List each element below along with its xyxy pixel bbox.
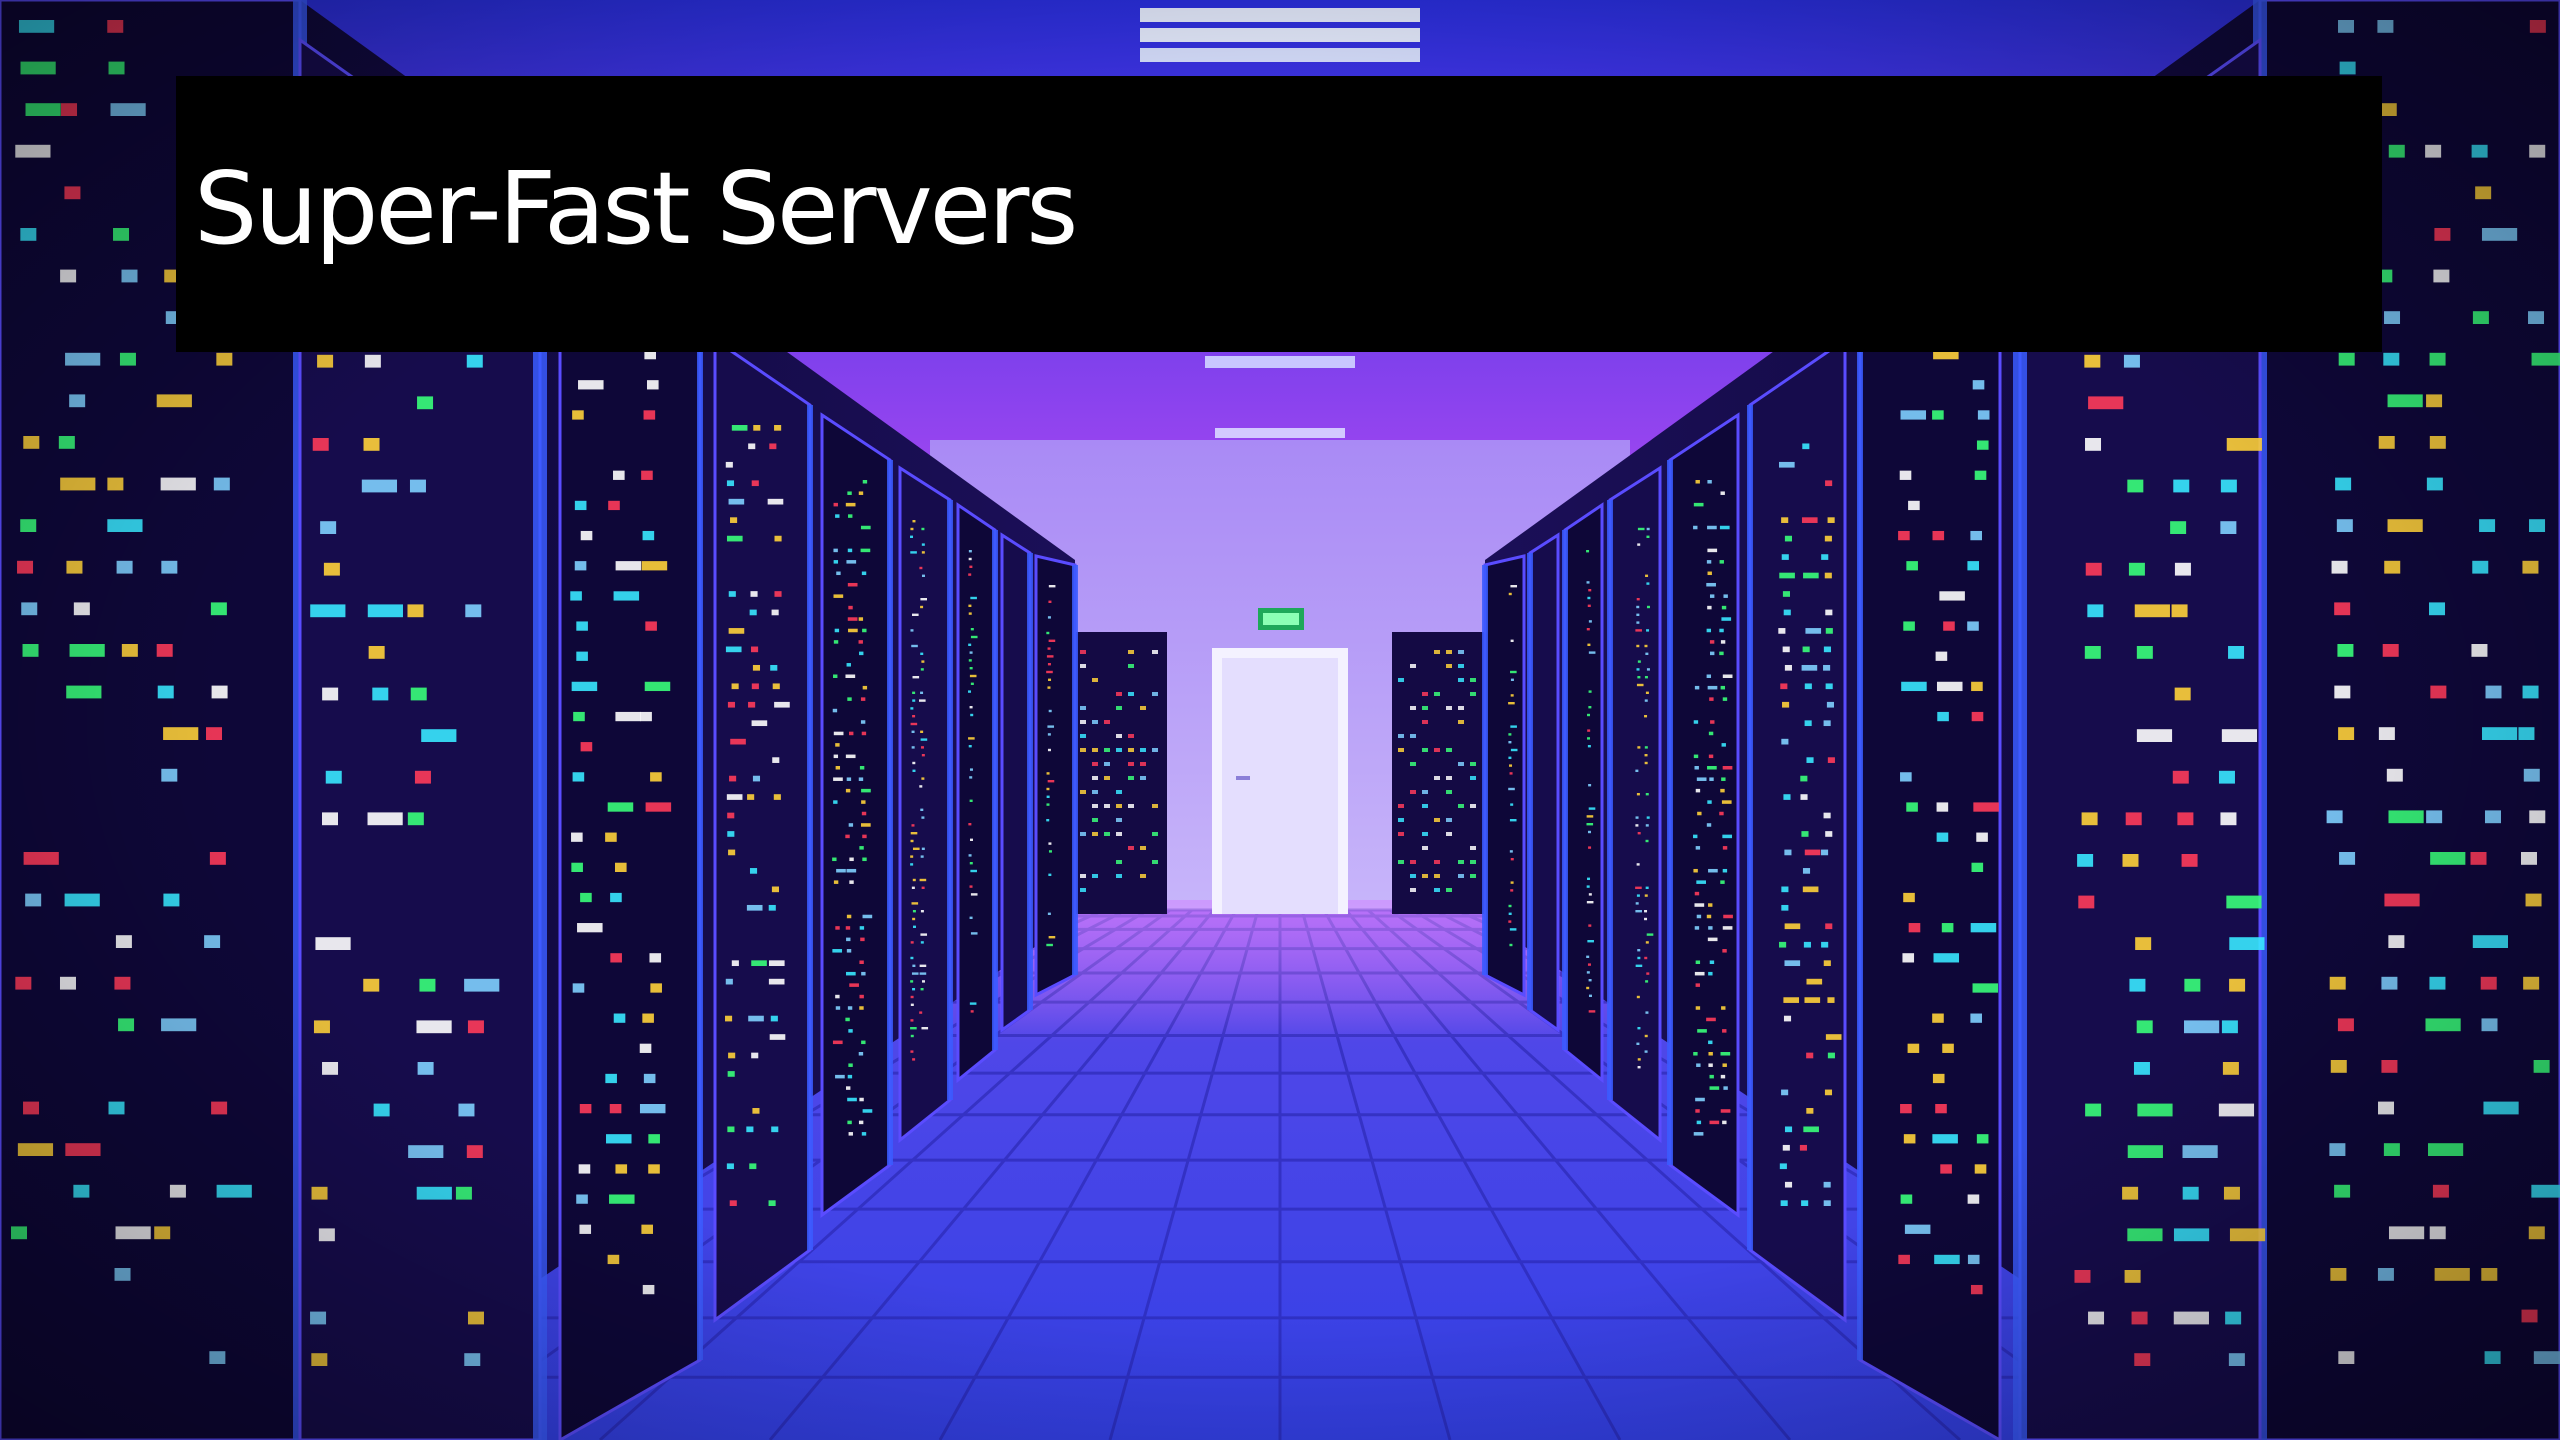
slide: Super-Fast Servers xyxy=(0,0,2560,1440)
title-banner: Super-Fast Servers xyxy=(176,76,2382,352)
slide-title: Super-Fast Servers xyxy=(194,150,1078,267)
